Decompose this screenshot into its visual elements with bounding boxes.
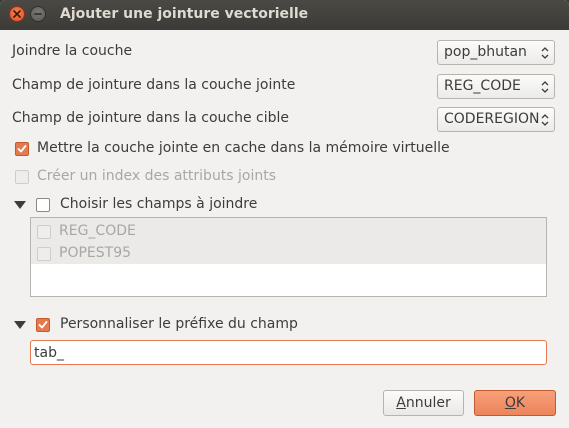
join-field-combo[interactable]: REG_CODE <box>437 74 555 99</box>
list-item-label: REG_CODE <box>59 223 136 239</box>
list-item-label: POPEST95 <box>59 245 132 261</box>
list-item[interactable]: POPEST95 <box>31 243 546 265</box>
cancel-button[interactable]: Annuler <box>383 390 464 416</box>
ok-mnemonic: O <box>504 395 516 411</box>
updown-arrows-icon <box>541 114 549 126</box>
dialog-window: Ajouter une jointure vectorielle Joindre… <box>0 0 569 428</box>
ok-label: K <box>515 395 526 411</box>
join-layer-combo[interactable]: pop_bhutan <box>437 40 555 65</box>
minimize-icon <box>34 13 42 15</box>
join-layer-label: Joindre la couche <box>12 43 133 59</box>
close-icon <box>13 10 21 18</box>
title-bar[interactable]: Ajouter une jointure vectorielle <box>0 0 569 30</box>
minimize-button[interactable] <box>30 6 46 22</box>
list-item-checkbox[interactable] <box>37 247 51 261</box>
join-field-value: REG_CODE <box>444 78 521 94</box>
collapse-arrow-icon[interactable] <box>14 201 26 209</box>
checkmark-icon <box>17 145 27 153</box>
window-title: Ajouter une jointure vectorielle <box>60 6 309 22</box>
target-field-label: Champ de jointure dans la couche cible <box>12 110 289 126</box>
updown-arrows-icon <box>541 47 549 59</box>
list-item-checkbox[interactable] <box>37 225 51 239</box>
prefix-checkbox[interactable] <box>36 318 50 332</box>
target-field-value: CODEREGION <box>444 111 540 127</box>
choose-fields-label[interactable]: Choisir les champs à joindre <box>60 196 257 212</box>
cache-label[interactable]: Mettre la couche jointe en cache dans la… <box>37 140 450 156</box>
list-item[interactable]: REG_CODE <box>31 221 546 243</box>
updown-arrows-icon <box>541 81 549 93</box>
join-field-label: Champ de jointure dans la couche jointe <box>12 77 296 93</box>
close-button[interactable] <box>9 6 25 22</box>
cancel-mnemonic: A <box>396 395 406 411</box>
collapse-arrow-icon[interactable] <box>14 321 26 329</box>
join-layer-value: pop_bhutan <box>444 44 527 60</box>
cache-checkbox[interactable] <box>15 142 29 156</box>
prefix-label[interactable]: Personnaliser le préfixe du champ <box>60 316 298 332</box>
index-label: Créer un index des attributs joints <box>37 168 277 184</box>
prefix-input[interactable] <box>34 343 534 362</box>
target-field-combo[interactable]: CODEREGION <box>437 107 555 132</box>
index-checkbox[interactable] <box>15 170 29 184</box>
ok-button[interactable]: OK <box>474 390 556 416</box>
checkmark-icon <box>38 321 48 329</box>
field-list[interactable]: REG_CODE POPEST95 <box>30 217 547 297</box>
choose-fields-checkbox[interactable] <box>36 198 50 212</box>
cancel-label: nnuler <box>405 395 451 411</box>
prefix-field[interactable] <box>30 340 547 365</box>
